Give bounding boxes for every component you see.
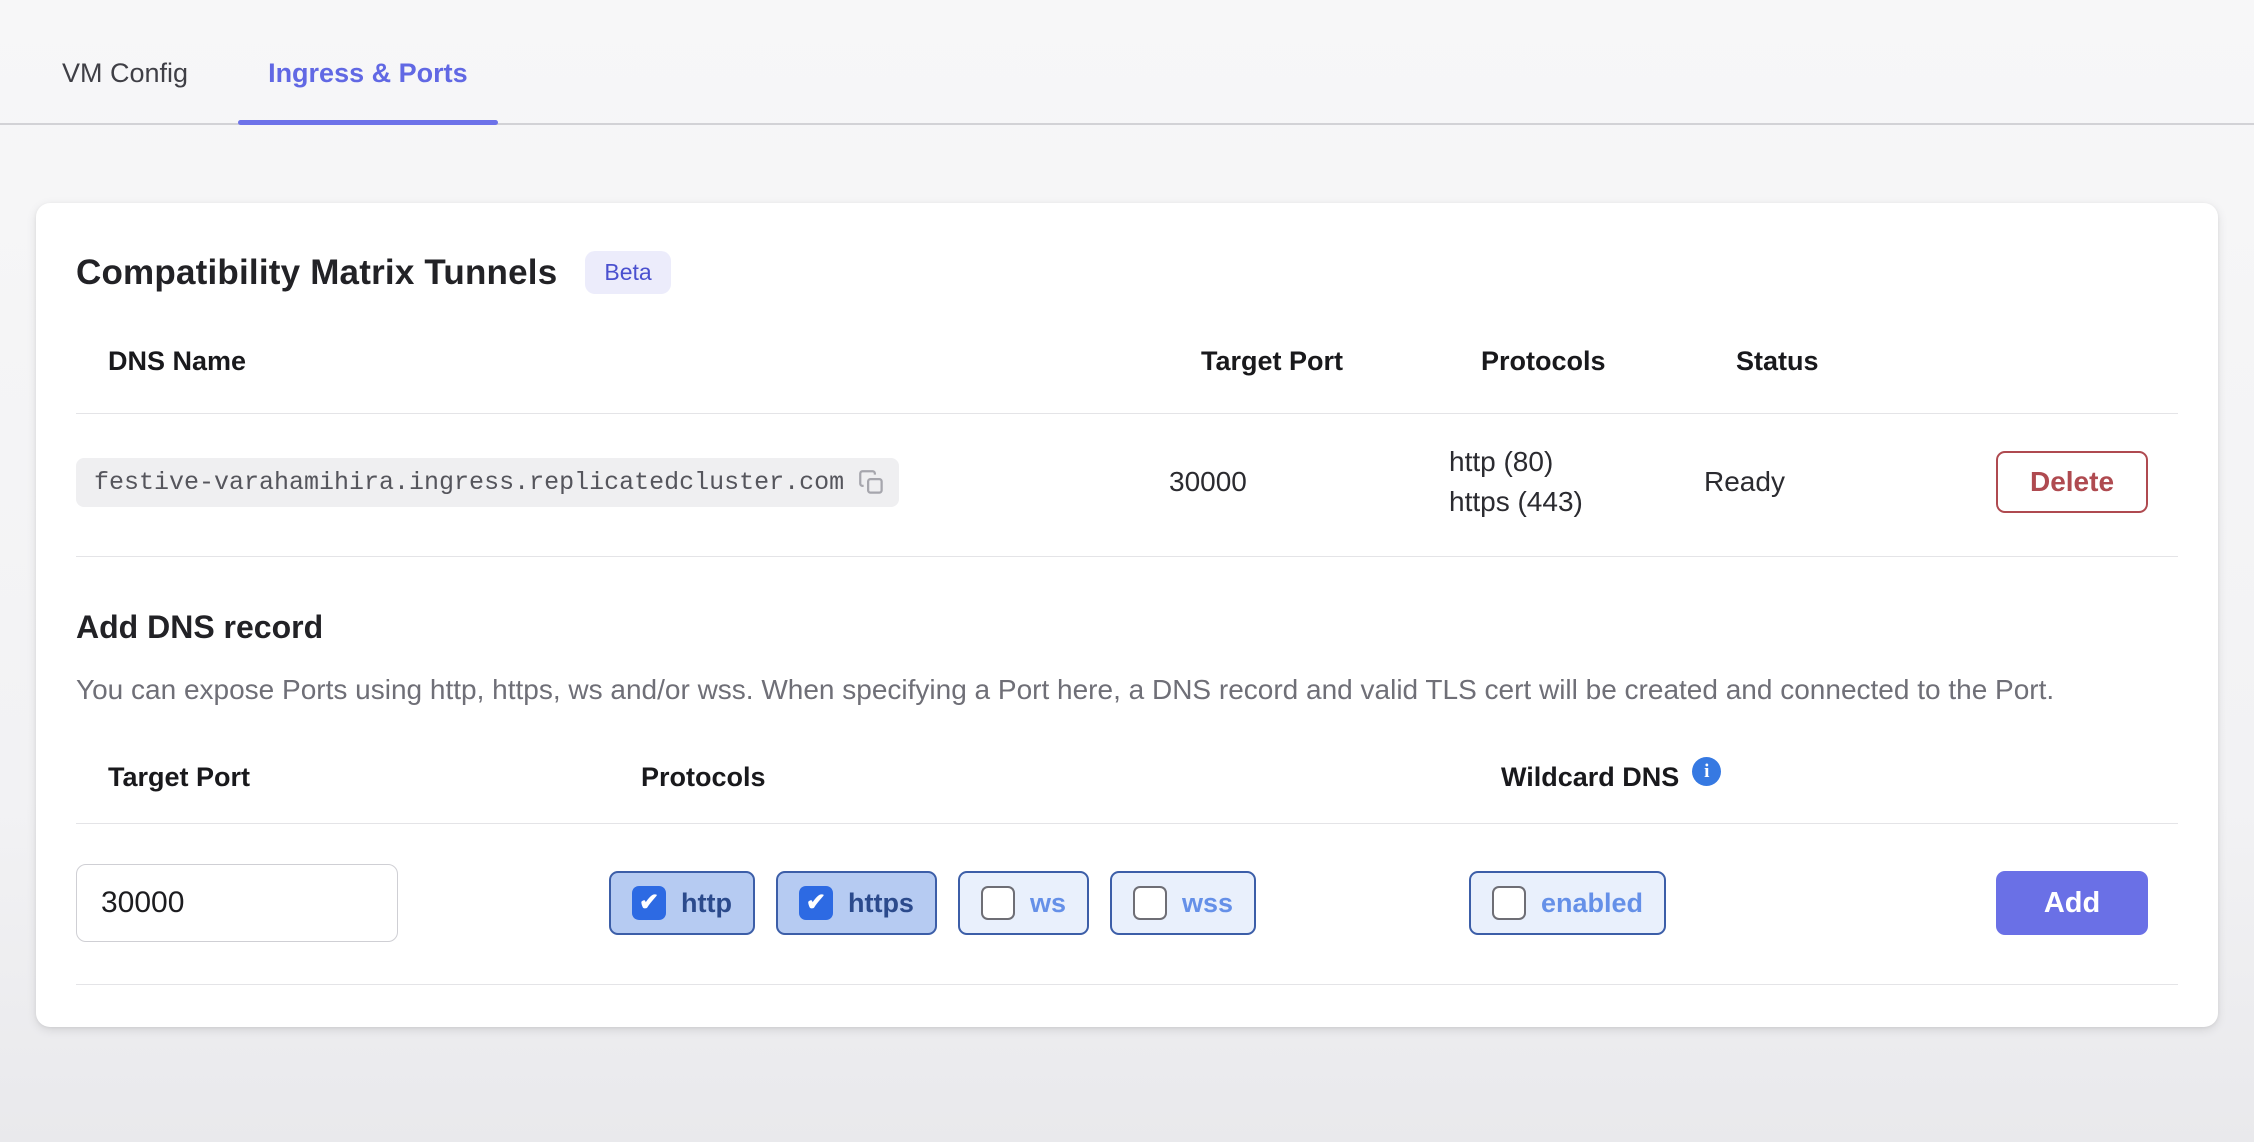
checkbox-https-label: https [848, 888, 914, 919]
table-row: festive-varahamihira.ingress.replicatedc… [76, 414, 2178, 557]
checkbox-wildcard-enabled[interactable]: enabled [1469, 871, 1666, 935]
checkbox-wss-box [1133, 886, 1167, 920]
tab-bar: VM Config Ingress & Ports [0, 0, 2254, 125]
target-port-input[interactable] [76, 864, 398, 942]
card-title-row: Compatibility Matrix Tunnels Beta [76, 251, 2178, 294]
checkbox-https-box: ✔ [799, 886, 833, 920]
card-title: Compatibility Matrix Tunnels [76, 253, 557, 293]
info-icon[interactable]: i [1692, 757, 1721, 786]
beta-badge: Beta [585, 251, 670, 294]
row-status: Ready [1704, 466, 1964, 498]
checkbox-ws-label: ws [1030, 888, 1066, 919]
checkbox-https[interactable]: ✔ https [776, 871, 937, 935]
checkbox-wss-label: wss [1182, 888, 1233, 919]
row-protocols: http (80) https (443) [1449, 442, 1704, 522]
checkbox-http-label: http [681, 888, 732, 919]
add-button[interactable]: Add [1996, 871, 2148, 935]
column-header-dns-name: DNS Name [108, 346, 1201, 377]
checkbox-http-box: ✔ [632, 886, 666, 920]
column-header-target-port: Target Port [1201, 346, 1481, 377]
label-target-port: Target Port [108, 762, 641, 793]
delete-button[interactable]: Delete [1996, 451, 2148, 513]
row-target-port: 30000 [1169, 466, 1449, 498]
column-header-protocols: Protocols [1481, 346, 1736, 377]
add-dns-form-row: ✔ http ✔ https ws wss enabled Add [76, 824, 2178, 985]
dns-name-pill: festive-varahamihira.ingress.replicatedc… [76, 458, 899, 507]
wildcard-dns-text: Wildcard DNS [1501, 762, 1679, 793]
column-header-status: Status [1736, 346, 1996, 377]
checkbox-ws-box [981, 886, 1015, 920]
checkbox-wildcard-label: enabled [1541, 888, 1643, 919]
tab-vm-config[interactable]: VM Config [32, 0, 218, 123]
protocol-checkbox-group: ✔ http ✔ https ws wss [609, 871, 1469, 935]
row-protocol-http: http (80) [1449, 442, 1704, 482]
tab-ingress-ports[interactable]: Ingress & Ports [238, 0, 498, 123]
checkbox-http[interactable]: ✔ http [609, 871, 755, 935]
dns-name-value: festive-varahamihira.ingress.replicatedc… [94, 468, 844, 497]
checkbox-wss[interactable]: wss [1110, 871, 1256, 935]
checkbox-ws[interactable]: ws [958, 871, 1089, 935]
label-wildcard-dns: Wildcard DNS i [1501, 762, 1996, 793]
add-dns-heading: Add DNS record [76, 609, 2178, 646]
row-protocol-https: https (443) [1449, 482, 1704, 522]
add-dns-description: You can expose Ports using http, https, … [76, 670, 2151, 710]
copy-icon[interactable] [858, 469, 885, 496]
tunnels-table-header: DNS Name Target Port Protocols Status [76, 346, 2178, 414]
wildcard-dns-group: enabled [1469, 871, 1964, 935]
tunnels-card: Compatibility Matrix Tunnels Beta DNS Na… [36, 203, 2218, 1027]
checkbox-wildcard-box [1492, 886, 1526, 920]
label-protocols: Protocols [641, 762, 1501, 793]
add-dns-labels-row: Target Port Protocols Wildcard DNS i [76, 762, 2178, 824]
